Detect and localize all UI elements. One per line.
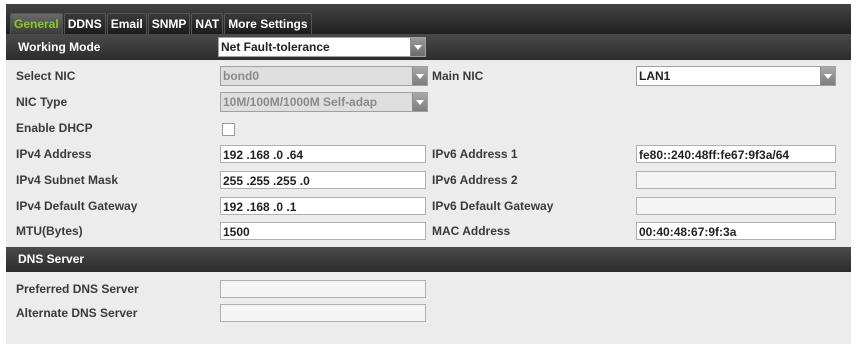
dns-server-title: DNS Server <box>18 252 85 266</box>
ipv6-address1-label: IPv6 Address 1 <box>432 147 518 161</box>
working-mode-label: Working Mode <box>18 40 101 54</box>
select-nic-label: Select NIC <box>16 69 76 83</box>
tab-email[interactable]: Email <box>106 13 147 34</box>
nic-type-dropdown[interactable]: 10M/100M/1000M Self-adap <box>220 92 428 112</box>
mtu-label: MTU(Bytes) <box>16 224 83 238</box>
alternate-dns-label: Alternate DNS Server <box>16 306 138 320</box>
mac-address-input[interactable]: 00:40:48:67:9f:3a <box>636 222 836 240</box>
mtu-input[interactable]: 1500 <box>220 222 426 240</box>
nic-type-value: 10M/100M/1000M Self-adap <box>223 95 378 109</box>
main-nic-dropdown[interactable]: LAN1 <box>636 66 836 86</box>
main-nic-label: Main NIC <box>432 69 484 83</box>
enable-dhcp-label: Enable DHCP <box>16 121 93 135</box>
tab-ddns[interactable]: DDNS <box>63 13 106 34</box>
chevron-down-icon <box>410 38 425 56</box>
ipv6-gateway-label: IPv6 Default Gateway <box>432 199 554 213</box>
select-nic-dropdown[interactable]: bond0 <box>220 66 428 86</box>
tab-nat[interactable]: NAT <box>191 13 224 34</box>
nic-type-label: NIC Type <box>16 95 68 109</box>
preferred-dns-label: Preferred DNS Server <box>16 282 139 296</box>
ipv4-address-label: IPv4 Address <box>16 147 92 161</box>
dns-server-bar: DNS Server <box>6 247 851 272</box>
tab-bar: General DDNS Email SNMP NAT More Setting… <box>6 4 851 34</box>
tab-general[interactable]: General <box>10 13 63 34</box>
ipv4-subnet-input[interactable]: 255 .255 .255 .0 <box>220 171 426 189</box>
mac-address-label: MAC Address <box>432 224 511 238</box>
tab-snmp[interactable]: SNMP <box>147 13 191 34</box>
enable-dhcp-checkbox[interactable] <box>222 123 235 136</box>
working-mode-bar: Working Mode Net Fault-tolerance <box>6 34 851 60</box>
tab-more-settings[interactable]: More Settings <box>224 13 312 34</box>
ipv4-gateway-input[interactable]: 192 .168 .0 .1 <box>220 197 426 215</box>
select-nic-value: bond0 <box>223 69 259 83</box>
ipv4-address-input[interactable]: 192 .168 .0 .64 <box>220 145 426 163</box>
alternate-dns-input[interactable] <box>220 304 426 322</box>
working-mode-select[interactable]: Net Fault-tolerance <box>218 37 426 57</box>
ipv4-gateway-label: IPv4 Default Gateway <box>16 199 138 213</box>
ipv4-subnet-label: IPv4 Subnet Mask <box>16 173 119 187</box>
ipv6-address2-label: IPv6 Address 2 <box>432 173 518 187</box>
ipv6-address1-input[interactable]: fe80::240:48ff:fe67:9f3a/64 <box>636 145 836 163</box>
network-settings-panel: General DDNS Email SNMP NAT More Setting… <box>6 4 851 344</box>
chevron-down-icon <box>412 93 427 111</box>
chevron-down-icon <box>412 67 427 85</box>
preferred-dns-input[interactable] <box>220 280 426 298</box>
chevron-down-icon <box>820 67 835 85</box>
ipv6-gateway-input[interactable] <box>636 197 836 215</box>
working-mode-value: Net Fault-tolerance <box>221 40 330 54</box>
ipv6-address2-input[interactable] <box>636 171 836 189</box>
main-nic-value: LAN1 <box>639 69 671 83</box>
